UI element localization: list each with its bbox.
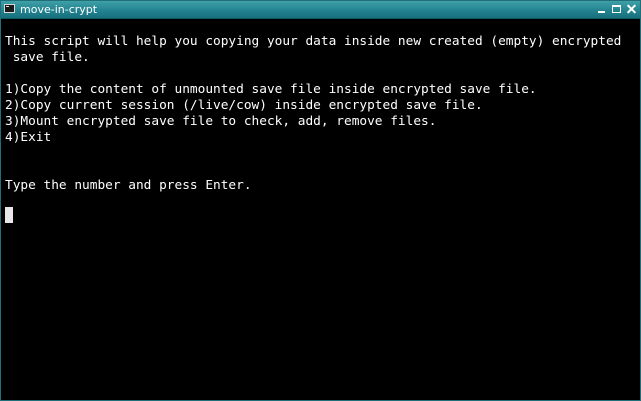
terminal-icon[interactable] bbox=[4, 4, 15, 13]
menu-option-1: 1)Copy the content of unmounted save fil… bbox=[5, 82, 537, 97]
window-controls bbox=[595, 3, 638, 16]
menu-option-3: 3)Mount encrypted save file to check, ad… bbox=[5, 114, 437, 129]
maximize-icon[interactable] bbox=[610, 3, 623, 16]
terminal-output[interactable]: This script will help you copying your d… bbox=[3, 21, 640, 399]
intro-line-1: This script will help you copying your d… bbox=[5, 34, 622, 49]
window-title: move-in-crypt bbox=[20, 3, 98, 16]
menu-option-4: 4)Exit bbox=[5, 130, 52, 145]
terminal-window: move-in-crypt This script will help you … bbox=[0, 0, 641, 401]
prompt-text: Type the number and press Enter. bbox=[5, 178, 252, 193]
intro-line-2: save file. bbox=[5, 50, 90, 65]
menu-option-2: 2)Copy current session (/live/cow) insid… bbox=[5, 98, 483, 113]
text-cursor bbox=[5, 207, 13, 223]
close-icon[interactable] bbox=[625, 3, 638, 16]
title-bar[interactable]: move-in-crypt bbox=[1, 1, 640, 19]
minimize-icon[interactable] bbox=[595, 3, 608, 16]
